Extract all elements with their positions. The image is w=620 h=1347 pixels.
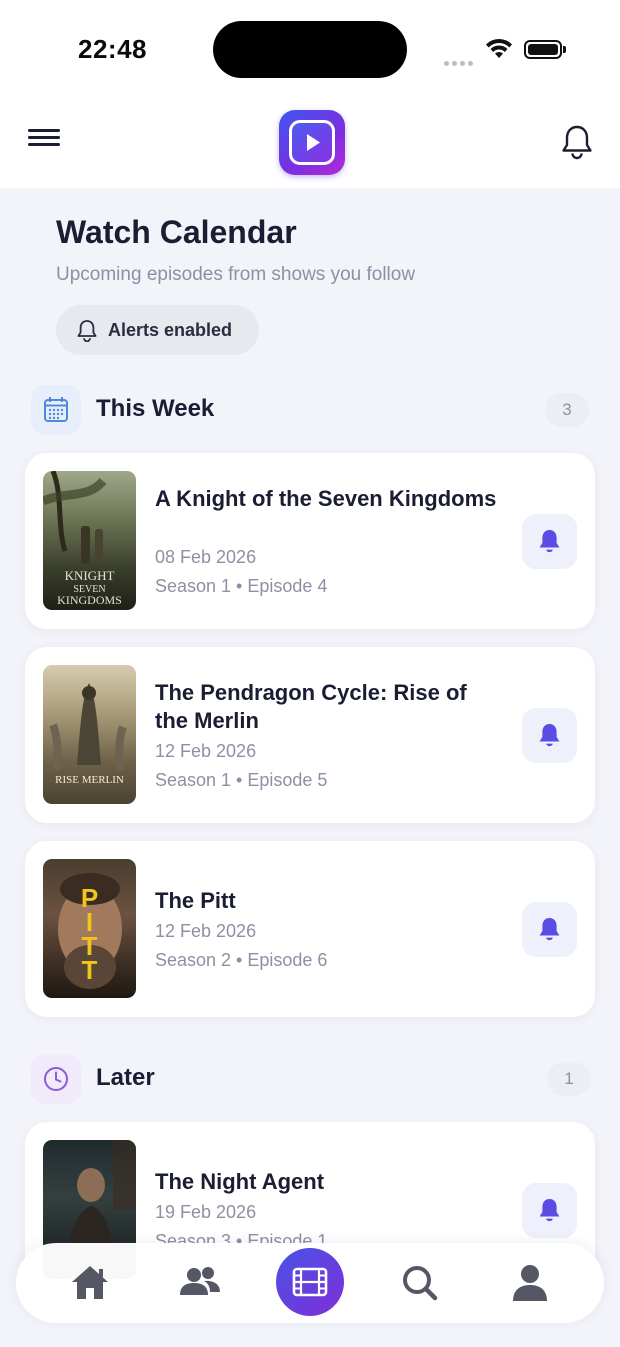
friends-icon[interactable] xyxy=(176,1259,224,1307)
air-date: 19 Feb 2026 xyxy=(155,1202,257,1222)
profile-icon[interactable] xyxy=(506,1259,554,1307)
episode-card[interactable]: RISE MERLIN The Pendragon Cycle: Rise of… xyxy=(25,647,595,823)
svg-text:T: T xyxy=(82,955,98,985)
bell-filled-icon xyxy=(539,1199,560,1222)
notify-bell-button[interactable] xyxy=(522,708,577,763)
page-title: Watch Calendar xyxy=(56,214,297,250)
bell-outline-icon xyxy=(76,319,98,347)
hamburger-menu-icon[interactable] xyxy=(26,126,64,156)
show-title: A Knight of the Seven Kingdoms xyxy=(155,486,497,511)
episode-card[interactable]: KNIGHT SEVEN KINGDOMS A Knight of the Se… xyxy=(25,453,595,629)
svg-text:KNIGHT: KNIGHT xyxy=(65,568,115,583)
dynamic-island xyxy=(213,21,407,78)
section-count-badge: 3 xyxy=(545,393,589,427)
show-title: The Night Agent xyxy=(155,1169,325,1194)
app-header xyxy=(0,96,620,188)
alerts-label: Alerts enabled xyxy=(108,320,233,340)
show-title: The Pendragon Cycle: Rise of the Merlin xyxy=(155,680,467,733)
home-icon[interactable] xyxy=(66,1259,114,1307)
show-poster: RISE MERLIN xyxy=(43,665,136,804)
calendar-icon xyxy=(31,385,81,435)
air-date: 08 Feb 2026 xyxy=(155,547,257,567)
notify-bell-button[interactable] xyxy=(522,514,577,569)
alerts-toggle-button[interactable]: Alerts enabled xyxy=(56,305,259,355)
section-title-this-week: This Week xyxy=(96,395,215,422)
section-title-later: Later xyxy=(96,1064,155,1091)
bottom-tab-bar xyxy=(16,1243,604,1323)
section-count-badge: 1 xyxy=(547,1062,591,1096)
play-button-logo-icon xyxy=(279,110,345,175)
show-title: The Pitt xyxy=(155,888,236,913)
notify-bell-button[interactable] xyxy=(522,1183,577,1238)
air-date: 12 Feb 2026 xyxy=(155,921,257,941)
bell-filled-icon xyxy=(539,530,560,553)
episode-info: Season 2 • Episode 6 xyxy=(155,950,328,970)
cellular-signal-icon xyxy=(444,53,476,66)
svg-text:KINGDOMS: KINGDOMS xyxy=(57,593,122,607)
status-time: 22:48 xyxy=(78,34,147,64)
battery-icon xyxy=(524,40,562,59)
bell-filled-icon xyxy=(539,724,560,747)
wifi-icon xyxy=(484,38,514,65)
bell-filled-icon xyxy=(539,918,560,941)
film-icon[interactable] xyxy=(276,1248,344,1316)
clock-icon xyxy=(31,1054,81,1104)
svg-text:RISE MERLIN: RISE MERLIN xyxy=(55,774,124,786)
page-subtitle: Upcoming episodes from shows you follow xyxy=(56,264,416,285)
search-icon[interactable] xyxy=(396,1259,444,1307)
episode-info: Season 1 • Episode 4 xyxy=(155,576,328,596)
show-poster: KNIGHT SEVEN KINGDOMS xyxy=(43,471,136,610)
battery-cap xyxy=(563,46,566,53)
status-bar: 22:48 xyxy=(0,0,620,96)
air-date: 12 Feb 2026 xyxy=(155,741,257,761)
show-poster: P I T T xyxy=(43,859,136,998)
episode-card[interactable]: P I T T The Pitt 12 Feb 2026 Season 2 • … xyxy=(25,841,595,1017)
bell-icon[interactable] xyxy=(560,124,594,165)
notify-bell-button[interactable] xyxy=(522,902,577,957)
episode-info: Season 1 • Episode 5 xyxy=(155,770,328,790)
